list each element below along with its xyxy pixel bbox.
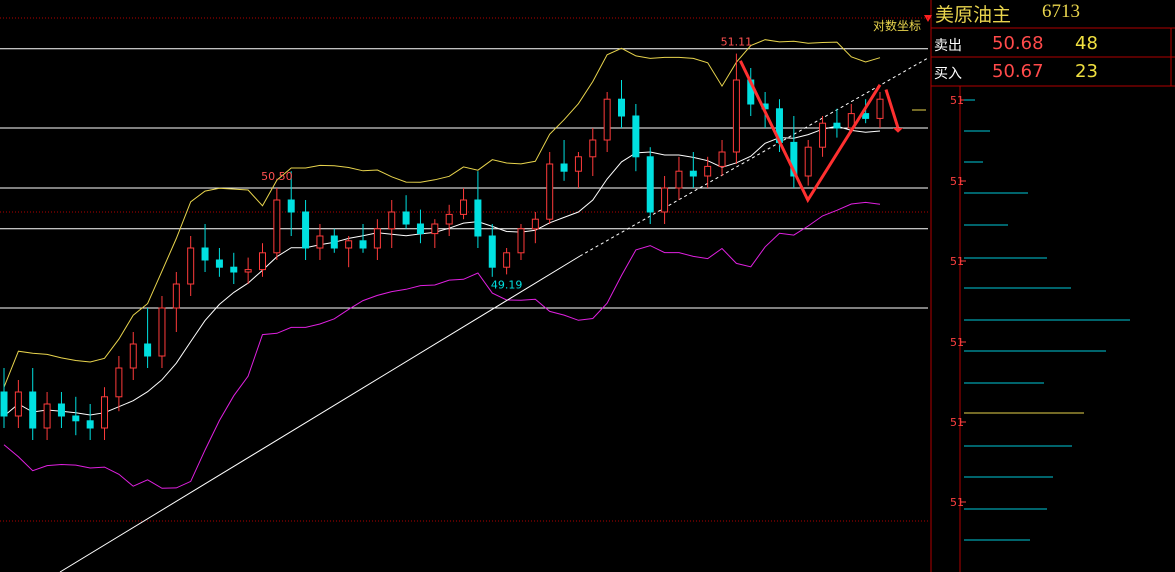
candle-body <box>57 403 65 417</box>
candle-body <box>201 247 209 261</box>
candle-body <box>129 343 137 369</box>
candle-body <box>488 235 496 268</box>
candle-body <box>718 151 726 167</box>
chart-root: 50.50 51.11 49.19 51 51 51 51 51 51 对数坐标 美原油主 67… <box>0 0 1175 572</box>
candle-body <box>416 223 424 235</box>
candle-body <box>646 156 654 213</box>
candle-body <box>632 115 640 158</box>
candle-body <box>546 163 554 220</box>
candle-body <box>517 228 525 254</box>
candle-body <box>215 259 223 268</box>
candle-body <box>675 170 683 189</box>
candle-body <box>833 122 841 129</box>
candle-body <box>804 146 812 177</box>
buy-price: 50.67 <box>992 61 1044 82</box>
candle-body <box>574 156 582 172</box>
candle-body <box>431 223 439 235</box>
candle-body <box>72 415 80 422</box>
sell-price: 50.68 <box>992 33 1044 54</box>
price-annotation: 50.50 <box>261 170 293 183</box>
candle-body <box>172 283 180 309</box>
buy-label: 买入 <box>934 66 962 82</box>
log-scale-label[interactable]: 对数坐标 <box>873 17 921 34</box>
candle-body <box>661 187 669 213</box>
candle-body <box>560 163 568 172</box>
candle-body <box>287 199 295 213</box>
candle-body <box>115 367 123 398</box>
candle-body <box>0 391 8 417</box>
candle-body <box>531 218 539 230</box>
candle-body <box>29 391 37 429</box>
down-arrow-head <box>893 128 903 133</box>
sell-label: 卖出 <box>934 38 962 54</box>
price-chart[interactable]: 50.5051.1149.19515151515151 <box>0 0 1175 572</box>
instrument-name: 美原油主 <box>935 4 1012 26</box>
candle-body <box>402 211 410 225</box>
price-annotation: 49.19 <box>491 278 523 291</box>
candle-body <box>732 79 740 153</box>
candle-body <box>273 199 281 254</box>
candle-body <box>589 139 597 158</box>
candle-body <box>359 240 367 249</box>
candle-body <box>330 235 338 249</box>
candle-body <box>144 343 152 357</box>
candle-body <box>43 403 51 429</box>
candle-body <box>86 420 94 429</box>
candle-body <box>345 240 353 249</box>
candle-body <box>316 235 324 249</box>
instrument-code: 6713 <box>1042 1 1080 22</box>
pattern-arrow-path <box>739 60 882 204</box>
candle-body <box>460 199 468 215</box>
candle-body <box>618 98 626 117</box>
candle-body <box>230 266 238 273</box>
candle-body <box>819 122 827 148</box>
candle-body <box>445 213 453 225</box>
middle-band-line <box>3 125 881 417</box>
rising-trendline <box>59 255 581 572</box>
sell-volume: 48 <box>1075 33 1098 54</box>
candle-body <box>373 228 381 249</box>
candle-body <box>474 199 482 237</box>
price-annotation: 51.11 <box>721 36 753 49</box>
candle-body <box>244 269 252 273</box>
candle-body <box>689 170 697 177</box>
candle-body <box>862 113 870 119</box>
candle-body <box>101 396 109 429</box>
buy-volume: 23 <box>1075 61 1098 82</box>
candle-body <box>302 211 310 249</box>
candle-body <box>876 98 884 119</box>
candle-body <box>603 98 611 141</box>
candle-body <box>503 252 511 268</box>
candle-body <box>258 252 266 271</box>
candle-body <box>14 391 22 417</box>
candle-body <box>704 165 712 177</box>
candle-body <box>158 307 166 357</box>
down-arrow-line <box>884 89 900 129</box>
candle-body <box>388 211 396 230</box>
candle-body <box>187 247 195 285</box>
